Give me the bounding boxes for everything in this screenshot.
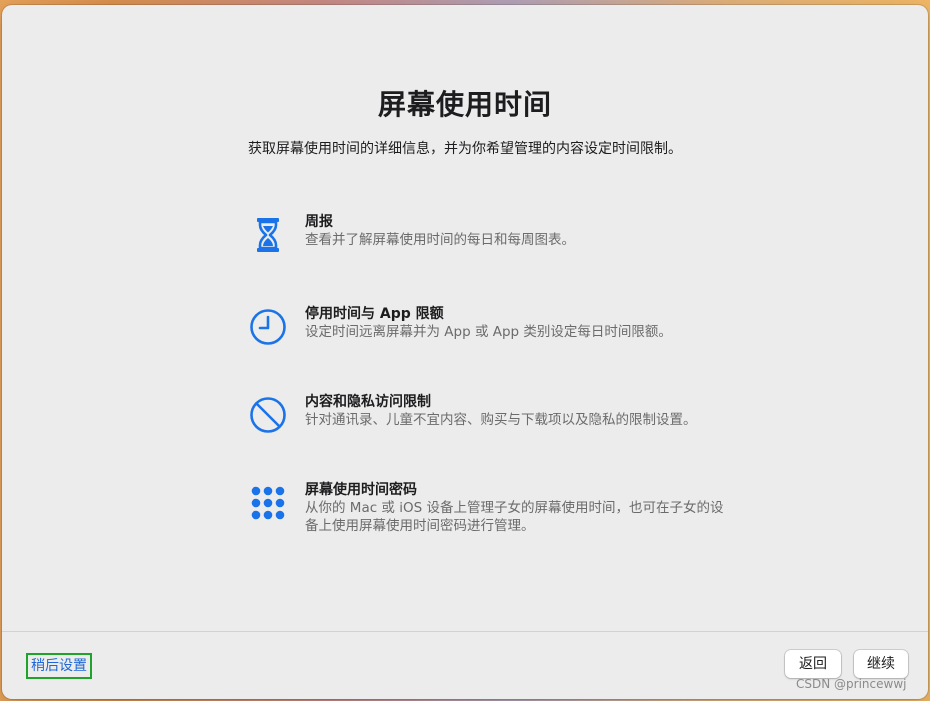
page-title: 屏幕使用时间: [377, 88, 552, 121]
feature-text: 停用时间与 App 限额 设定时间远离屏幕并为 App 或 App 类别设定每日…: [305, 305, 725, 341]
feature-description: 查看并了解屏幕使用时间的每日和每周图表。: [305, 232, 575, 248]
prohibited-icon: [246, 393, 290, 437]
continue-button[interactable]: 继续: [854, 650, 908, 678]
footer-divider: [2, 631, 928, 632]
set-up-later-link[interactable]: 稍后设置: [26, 653, 92, 679]
page-subtitle: 获取屏幕使用时间的详细信息，并为你希望管理的内容设定时间限制。: [248, 141, 682, 157]
setup-window: 屏幕使用时间 获取屏幕使用时间的详细信息，并为你希望管理的内容设定时间限制。 周…: [2, 5, 928, 699]
feature-title: 停用时间与 App 限额: [305, 306, 444, 322]
feature-text: 周报 查看并了解屏幕使用时间的每日和每周图表。: [305, 213, 725, 249]
back-button[interactable]: 返回: [785, 650, 841, 678]
clock-icon: [246, 305, 290, 349]
feature-title: 内容和隐私访问限制: [305, 394, 431, 410]
feature-title: 周报: [305, 214, 333, 230]
watermark: CSDN @princewwj: [796, 677, 907, 691]
feature-description: 针对通讯录、儿童不宜内容、购买与下载项以及隐私的限制设置。: [305, 412, 697, 428]
feature-text: 内容和隐私访问限制 针对通讯录、儿童不宜内容、购买与下载项以及隐私的限制设置。: [305, 393, 725, 429]
feature-description: 设定时间远离屏幕并为 App 或 App 类别设定每日时间限额。: [305, 324, 672, 340]
feature-title: 屏幕使用时间密码: [305, 482, 417, 498]
keypad-icon: [246, 481, 290, 525]
hourglass-icon: [246, 213, 290, 257]
feature-description: 从你的 Mac 或 iOS 设备上管理子女的屏幕使用时间，也可在子女的设备上使用…: [305, 500, 724, 534]
feature-text: 屏幕使用时间密码 从你的 Mac 或 iOS 设备上管理子女的屏幕使用时间，也可…: [305, 481, 725, 535]
